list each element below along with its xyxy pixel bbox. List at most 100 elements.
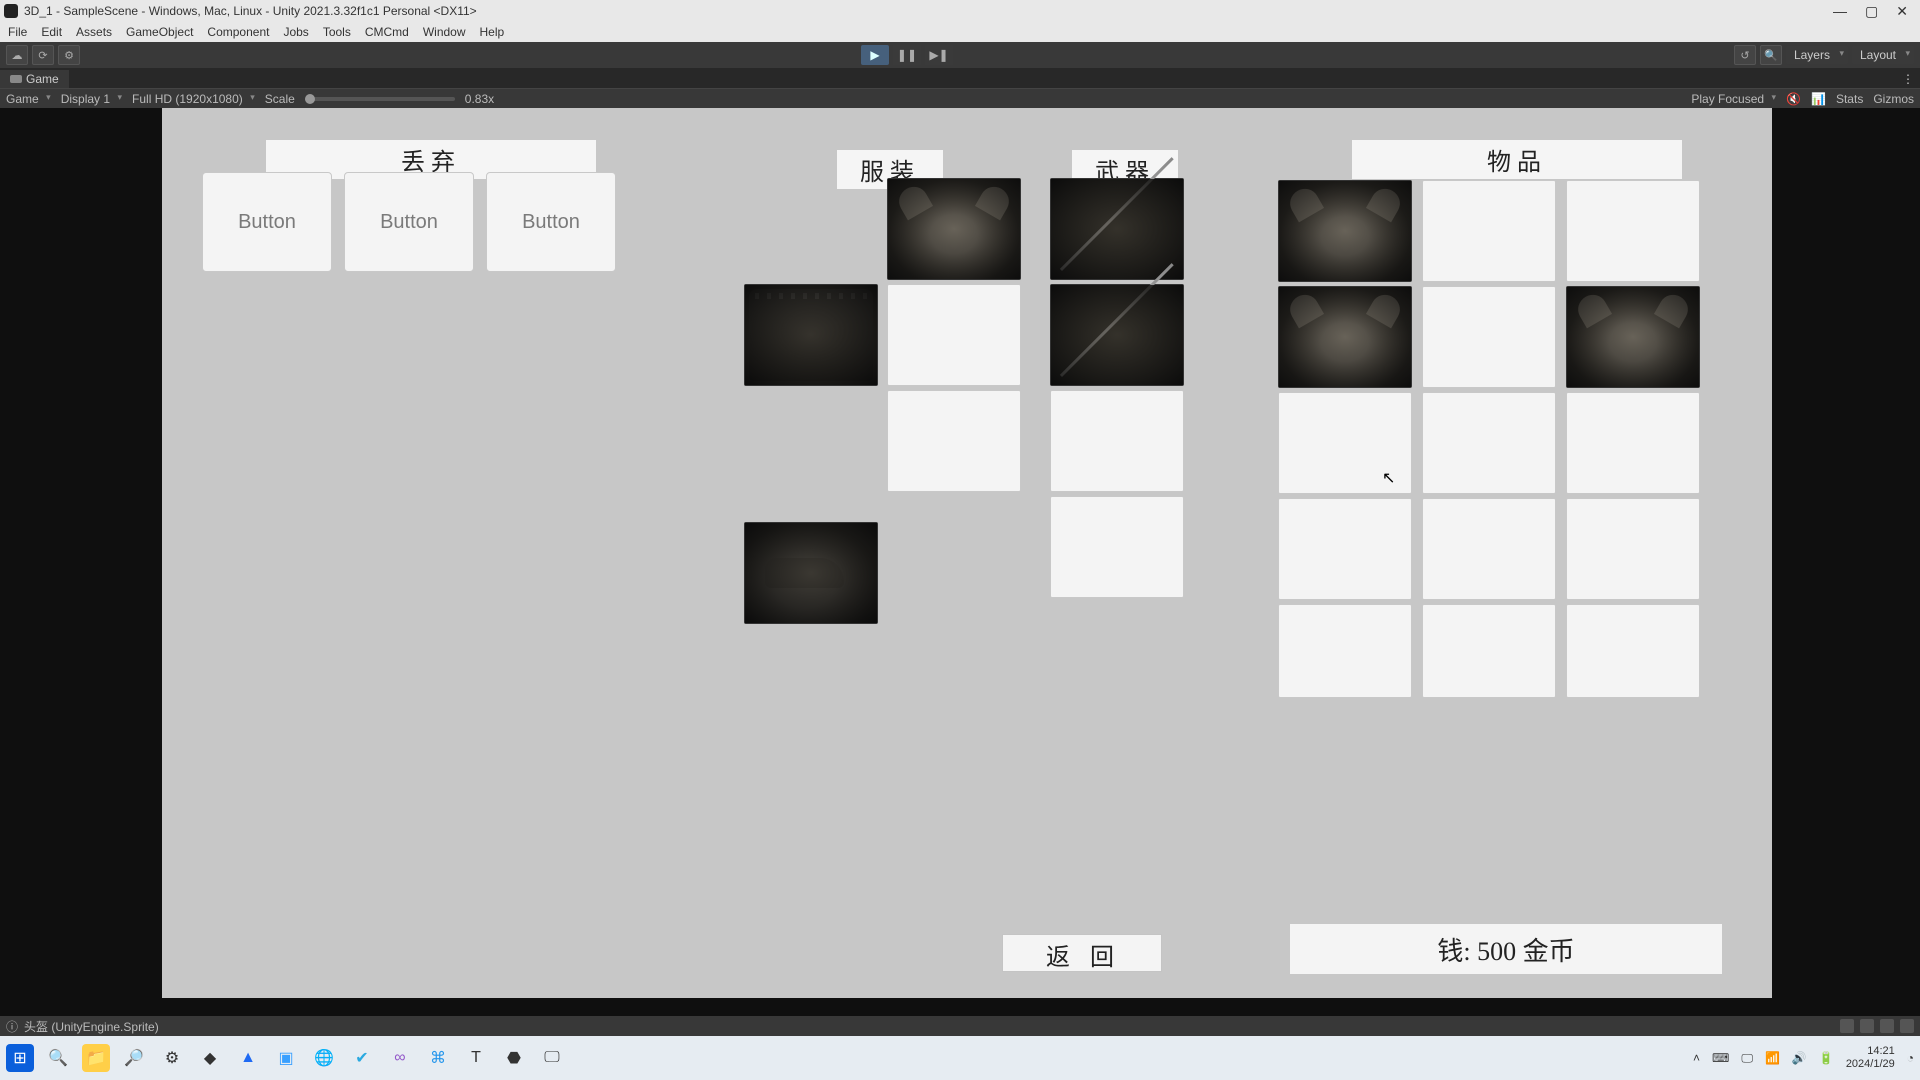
undo-history-icon[interactable]: ↺ bbox=[1734, 45, 1756, 65]
settings-icon[interactable]: ⚙ bbox=[58, 45, 80, 65]
menu-cmcmd[interactable]: CMCmd bbox=[365, 25, 409, 39]
tab-game-label: Game bbox=[26, 72, 59, 86]
todo-icon[interactable]: ✔ bbox=[348, 1044, 376, 1072]
game-view-header: Game Display 1 Full HD (1920x1080) Scale… bbox=[0, 88, 1920, 108]
explorer-icon[interactable]: 📁 bbox=[82, 1044, 110, 1072]
start-icon[interactable]: ⊞ bbox=[6, 1044, 34, 1072]
unity-hub-icon[interactable]: ⚙ bbox=[158, 1044, 186, 1072]
window-titlebar: 3D_1 - SampleScene - Windows, Mac, Linux… bbox=[0, 0, 1920, 22]
monitor-icon[interactable]: 🖵 bbox=[538, 1044, 566, 1072]
item-slot[interactable] bbox=[1422, 286, 1556, 388]
status-icon[interactable] bbox=[1880, 1019, 1894, 1033]
menu-gameobject[interactable]: GameObject bbox=[126, 25, 193, 39]
tray-notifications-icon[interactable]: ◔ bbox=[1907, 1051, 1914, 1065]
windows-taskbar: ⊞ 🔍 📁 🔎 ⚙ ◆ ▲ ▣ 🌐 ✔ ∞ ⌘ T ⬣ 🖵 ˄ ⌨ 🖵 📶 🔊 … bbox=[0, 1036, 1920, 1080]
item-slot[interactable] bbox=[1422, 604, 1556, 698]
play-button[interactable]: ▶ bbox=[861, 45, 889, 65]
item-helm-icon bbox=[888, 179, 1020, 279]
tray-monitor-icon[interactable]: 🖵 bbox=[1741, 1051, 1753, 1066]
armor-slot-body[interactable] bbox=[887, 284, 1021, 386]
menu-jobs[interactable]: Jobs bbox=[283, 25, 308, 39]
step-button[interactable]: ▶❚ bbox=[925, 45, 953, 65]
text-icon[interactable]: T bbox=[462, 1044, 490, 1072]
close-icon[interactable]: ✕ bbox=[1896, 3, 1908, 20]
weapon-slot-1[interactable] bbox=[1050, 178, 1184, 280]
play-focused-dropdown[interactable]: Play Focused bbox=[1691, 92, 1776, 106]
search-icon[interactable]: 🔍 bbox=[1760, 45, 1782, 65]
cloud-icon[interactable]: ⟳ bbox=[32, 45, 54, 65]
item-slot[interactable] bbox=[1566, 392, 1700, 494]
return-button[interactable]: 返回 bbox=[1002, 934, 1162, 972]
stats-icon[interactable]: 📊 bbox=[1811, 92, 1826, 106]
item-slot[interactable] bbox=[1566, 286, 1700, 388]
tray-ime-icon[interactable]: ⌨ bbox=[1712, 1051, 1729, 1065]
resolution-dropdown[interactable]: Full HD (1920x1080) bbox=[132, 92, 255, 106]
discard-button-2[interactable]: Button bbox=[344, 172, 474, 272]
mute-icon[interactable]: 🔇 bbox=[1786, 92, 1801, 106]
status-icon[interactable] bbox=[1900, 1019, 1914, 1033]
discard-button-1[interactable]: Button bbox=[202, 172, 332, 272]
search-icon[interactable]: 🔍 bbox=[44, 1044, 72, 1072]
scale-label: Scale bbox=[265, 92, 295, 106]
scale-slider[interactable] bbox=[305, 97, 455, 101]
visualstudio-icon[interactable]: ∞ bbox=[386, 1044, 414, 1072]
armor-slot-head[interactable] bbox=[887, 178, 1021, 280]
item-slot[interactable] bbox=[1278, 286, 1412, 388]
menu-component[interactable]: Component bbox=[207, 25, 269, 39]
tray-battery-icon[interactable]: 🔋 bbox=[1819, 1051, 1834, 1065]
item-slot[interactable] bbox=[1278, 180, 1412, 282]
armor-slot-mount[interactable] bbox=[744, 522, 878, 624]
panel-items-label: 物品 bbox=[1352, 140, 1682, 179]
vscode-icon[interactable]: ⌘ bbox=[424, 1044, 452, 1072]
minimize-icon[interactable]: — bbox=[1833, 3, 1847, 20]
item-slot[interactable] bbox=[1422, 180, 1556, 282]
item-slot[interactable] bbox=[1566, 604, 1700, 698]
menu-help[interactable]: Help bbox=[480, 25, 505, 39]
status-icon[interactable] bbox=[1860, 1019, 1874, 1033]
game-viewport: 丢弃 Button Button Button 服装 武器 物品 bbox=[0, 108, 1920, 1016]
item-slot[interactable] bbox=[1422, 498, 1556, 600]
edge-icon[interactable]: 🌐 bbox=[310, 1044, 338, 1072]
scale-value: 0.83x bbox=[465, 92, 494, 106]
armor-slot-legs[interactable] bbox=[887, 390, 1021, 492]
armor-slot-gloves[interactable] bbox=[744, 284, 878, 386]
item-horse-icon bbox=[745, 523, 877, 623]
weapon-slot-4[interactable] bbox=[1050, 496, 1184, 598]
item-helm-icon bbox=[1279, 181, 1411, 281]
taskbar-clock[interactable]: 14:21 2024/1/29 bbox=[1846, 1045, 1895, 1071]
tab-game[interactable]: Game bbox=[0, 70, 69, 88]
item-slot[interactable] bbox=[1278, 498, 1412, 600]
item-slot[interactable] bbox=[1422, 392, 1556, 494]
tray-volume-icon[interactable]: 🔊 bbox=[1792, 1051, 1807, 1065]
menu-window[interactable]: Window bbox=[423, 25, 466, 39]
tray-wifi-icon[interactable]: 📶 bbox=[1765, 1051, 1780, 1065]
item-slot[interactable] bbox=[1278, 604, 1412, 698]
weapon-slot-3[interactable] bbox=[1050, 390, 1184, 492]
menu-assets[interactable]: Assets bbox=[76, 25, 112, 39]
account-icon[interactable]: ☁ bbox=[6, 45, 28, 65]
tray-chevron-icon[interactable]: ˄ bbox=[1693, 1051, 1700, 1065]
obsidian-icon[interactable]: ◆ bbox=[196, 1044, 224, 1072]
magnify-icon[interactable]: 🔎 bbox=[120, 1044, 148, 1072]
menu-edit[interactable]: Edit bbox=[41, 25, 62, 39]
menu-file[interactable]: File bbox=[8, 25, 27, 39]
discard-button-3[interactable]: Button bbox=[486, 172, 616, 272]
item-sword-icon bbox=[1051, 179, 1183, 279]
maximize-icon[interactable]: ▢ bbox=[1865, 3, 1878, 20]
app-icon[interactable]: ▲ bbox=[234, 1044, 262, 1072]
app-icon[interactable]: ▣ bbox=[272, 1044, 300, 1072]
weapon-slot-2[interactable] bbox=[1050, 284, 1184, 386]
pause-button[interactable]: ❚❚ bbox=[893, 45, 921, 65]
unity-editor-icon[interactable]: ⬣ bbox=[500, 1044, 528, 1072]
layout-dropdown[interactable]: Layout bbox=[1852, 46, 1914, 64]
layers-dropdown[interactable]: Layers bbox=[1786, 46, 1848, 64]
status-icon[interactable] bbox=[1840, 1019, 1854, 1033]
menu-tools[interactable]: Tools bbox=[323, 25, 351, 39]
gizmos-label[interactable]: Gizmos bbox=[1873, 92, 1914, 106]
tab-more-icon[interactable]: ⋮ bbox=[1896, 70, 1920, 88]
game-mode-dropdown[interactable]: Game bbox=[6, 92, 51, 106]
stats-label[interactable]: Stats bbox=[1836, 92, 1863, 106]
item-slot[interactable] bbox=[1566, 498, 1700, 600]
item-slot[interactable] bbox=[1566, 180, 1700, 282]
display-dropdown[interactable]: Display 1 bbox=[61, 92, 122, 106]
